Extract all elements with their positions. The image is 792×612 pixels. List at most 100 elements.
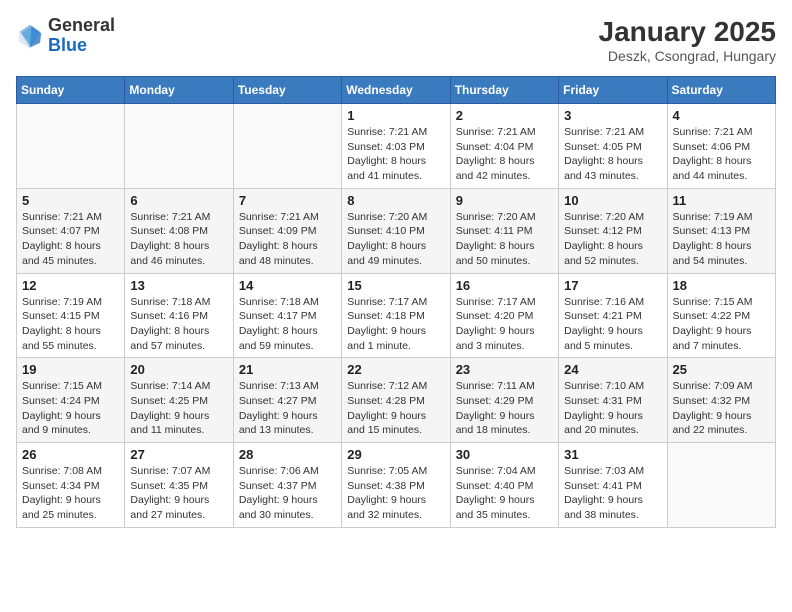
day-number: 21: [239, 362, 336, 377]
day-cell: 2 Sunrise: 7:21 AM Sunset: 4:04 PM Daylig…: [450, 104, 558, 189]
day-cell: [125, 104, 233, 189]
day-number: 17: [564, 278, 661, 293]
day-info: Sunrise: 7:20 AM Sunset: 4:12 PM Dayligh…: [564, 210, 661, 269]
day-number: 8: [347, 193, 444, 208]
day-cell: 5 Sunrise: 7:21 AM Sunset: 4:07 PM Daylig…: [17, 188, 125, 273]
day-cell: 23Sunrise: 7:11 AM Sunset: 4:29 PM Dayli…: [450, 358, 558, 443]
day-cell: 12Sunrise: 7:19 AM Sunset: 4:15 PM Dayli…: [17, 273, 125, 358]
title-area: January 2025 Deszk, Csongrad, Hungary: [599, 16, 776, 64]
day-number: 30: [456, 447, 553, 462]
day-cell: 17 Sunrise: 7:16 AM Sunset: 4:21 PM Dayli…: [559, 273, 667, 358]
day-number: 20: [130, 362, 227, 377]
day-number: 27: [130, 447, 227, 462]
day-info: Sunrise: 7:17 AM Sunset: 4:20 PM Dayligh…: [456, 295, 553, 354]
day-number: 6: [130, 193, 227, 208]
day-number: 3: [564, 108, 661, 123]
day-number: 5: [22, 193, 119, 208]
day-header-friday: Friday: [559, 77, 667, 104]
day-header-tuesday: Tuesday: [233, 77, 341, 104]
calendar-title: January 2025: [599, 16, 776, 48]
day-cell: 10 Sunrise: 7:20 AM Sunset: 4:12 PM Dayli…: [559, 188, 667, 273]
day-number: 16: [456, 278, 553, 293]
day-cell: 7 Sunrise: 7:21 AM Sunset: 4:09 PM Daylig…: [233, 188, 341, 273]
day-number: 9: [456, 193, 553, 208]
page-header: General Blue January 2025 Deszk, Csongra…: [16, 16, 776, 64]
day-number: 2: [456, 108, 553, 123]
day-cell: [233, 104, 341, 189]
day-info: Sunrise: 7:07 AM Sunset: 4:35 PM Dayligh…: [130, 464, 227, 523]
day-number: 22: [347, 362, 444, 377]
day-cell: 29Sunrise: 7:05 AM Sunset: 4:38 PM Dayli…: [342, 443, 450, 528]
day-cell: 19 Sunrise: 7:15 AM Sunset: 4:24 PM Dayli…: [17, 358, 125, 443]
day-header-saturday: Saturday: [667, 77, 775, 104]
day-number: 10: [564, 193, 661, 208]
day-number: 4: [673, 108, 770, 123]
day-cell: 16 Sunrise: 7:17 AM Sunset: 4:20 PM Dayli…: [450, 273, 558, 358]
week-row-2: 5 Sunrise: 7:21 AM Sunset: 4:07 PM Daylig…: [17, 188, 776, 273]
day-number: 26: [22, 447, 119, 462]
day-number: 28: [239, 447, 336, 462]
logo: General Blue: [16, 16, 115, 56]
day-cell: 30Sunrise: 7:04 AM Sunset: 4:40 PM Dayli…: [450, 443, 558, 528]
day-number: 15: [347, 278, 444, 293]
day-info: Sunrise: 7:14 AM Sunset: 4:25 PM Dayligh…: [130, 379, 227, 438]
day-number: 11: [673, 193, 770, 208]
day-cell: [17, 104, 125, 189]
week-row-4: 19 Sunrise: 7:15 AM Sunset: 4:24 PM Dayli…: [17, 358, 776, 443]
week-row-1: 1Sunrise: 7:21 AM Sunset: 4:03 PM Daylig…: [17, 104, 776, 189]
week-row-3: 12Sunrise: 7:19 AM Sunset: 4:15 PM Dayli…: [17, 273, 776, 358]
day-cell: 13 Sunrise: 7:18 AM Sunset: 4:16 PM Dayli…: [125, 273, 233, 358]
day-number: 13: [130, 278, 227, 293]
day-info: Sunrise: 7:19 AM Sunset: 4:13 PM Dayligh…: [673, 210, 770, 269]
day-cell: 9 Sunrise: 7:20 AM Sunset: 4:11 PM Daylig…: [450, 188, 558, 273]
day-cell: [667, 443, 775, 528]
day-header-wednesday: Wednesday: [342, 77, 450, 104]
day-info: Sunrise: 7:13 AM Sunset: 4:27 PM Dayligh…: [239, 379, 336, 438]
day-cell: 18 Sunrise: 7:15 AM Sunset: 4:22 PM Dayli…: [667, 273, 775, 358]
day-number: 14: [239, 278, 336, 293]
day-cell: 25Sunrise: 7:09 AM Sunset: 4:32 PM Dayli…: [667, 358, 775, 443]
day-info: Sunrise: 7:03 AM Sunset: 4:41 PM Dayligh…: [564, 464, 661, 523]
week-row-5: 26 Sunrise: 7:08 AM Sunset: 4:34 PM Dayli…: [17, 443, 776, 528]
day-info: Sunrise: 7:06 AM Sunset: 4:37 PM Dayligh…: [239, 464, 336, 523]
day-cell: 1Sunrise: 7:21 AM Sunset: 4:03 PM Daylig…: [342, 104, 450, 189]
day-info: Sunrise: 7:15 AM Sunset: 4:24 PM Dayligh…: [22, 379, 119, 438]
day-number: 18: [673, 278, 770, 293]
day-info: Sunrise: 7:18 AM Sunset: 4:16 PM Dayligh…: [130, 295, 227, 354]
day-cell: 20 Sunrise: 7:14 AM Sunset: 4:25 PM Dayli…: [125, 358, 233, 443]
day-number: 29: [347, 447, 444, 462]
calendar-table: SundayMondayTuesdayWednesdayThursdayFrid…: [16, 76, 776, 528]
day-info: Sunrise: 7:21 AM Sunset: 4:06 PM Dayligh…: [673, 125, 770, 184]
day-cell: 11 Sunrise: 7:19 AM Sunset: 4:13 PM Dayli…: [667, 188, 775, 273]
day-cell: 8Sunrise: 7:20 AM Sunset: 4:10 PM Daylig…: [342, 188, 450, 273]
day-cell: 26 Sunrise: 7:08 AM Sunset: 4:34 PM Dayli…: [17, 443, 125, 528]
day-cell: 15 Sunrise: 7:17 AM Sunset: 4:18 PM Dayli…: [342, 273, 450, 358]
day-info: Sunrise: 7:20 AM Sunset: 4:11 PM Dayligh…: [456, 210, 553, 269]
day-info: Sunrise: 7:21 AM Sunset: 4:08 PM Dayligh…: [130, 210, 227, 269]
day-cell: 24Sunrise: 7:10 AM Sunset: 4:31 PM Dayli…: [559, 358, 667, 443]
day-info: Sunrise: 7:21 AM Sunset: 4:05 PM Dayligh…: [564, 125, 661, 184]
day-cell: 21 Sunrise: 7:13 AM Sunset: 4:27 PM Dayli…: [233, 358, 341, 443]
day-number: 24: [564, 362, 661, 377]
day-number: 31: [564, 447, 661, 462]
day-info: Sunrise: 7:16 AM Sunset: 4:21 PM Dayligh…: [564, 295, 661, 354]
day-info: Sunrise: 7:08 AM Sunset: 4:34 PM Dayligh…: [22, 464, 119, 523]
day-number: 23: [456, 362, 553, 377]
day-cell: 14Sunrise: 7:18 AM Sunset: 4:17 PM Dayli…: [233, 273, 341, 358]
day-info: Sunrise: 7:21 AM Sunset: 4:09 PM Dayligh…: [239, 210, 336, 269]
day-cell: 6 Sunrise: 7:21 AM Sunset: 4:08 PM Daylig…: [125, 188, 233, 273]
calendar-subtitle: Deszk, Csongrad, Hungary: [599, 48, 776, 64]
day-cell: 28 Sunrise: 7:06 AM Sunset: 4:37 PM Dayli…: [233, 443, 341, 528]
day-cell: 4 Sunrise: 7:21 AM Sunset: 4:06 PM Daylig…: [667, 104, 775, 189]
day-info: Sunrise: 7:21 AM Sunset: 4:07 PM Dayligh…: [22, 210, 119, 269]
day-header-sunday: Sunday: [17, 77, 125, 104]
day-info: Sunrise: 7:17 AM Sunset: 4:18 PM Dayligh…: [347, 295, 444, 354]
day-info: Sunrise: 7:21 AM Sunset: 4:03 PM Dayligh…: [347, 125, 444, 184]
day-info: Sunrise: 7:15 AM Sunset: 4:22 PM Dayligh…: [673, 295, 770, 354]
day-number: 19: [22, 362, 119, 377]
day-cell: 27 Sunrise: 7:07 AM Sunset: 4:35 PM Dayli…: [125, 443, 233, 528]
day-info: Sunrise: 7:21 AM Sunset: 4:04 PM Dayligh…: [456, 125, 553, 184]
logo-icon: [16, 22, 44, 50]
day-number: 7: [239, 193, 336, 208]
day-number: 12: [22, 278, 119, 293]
